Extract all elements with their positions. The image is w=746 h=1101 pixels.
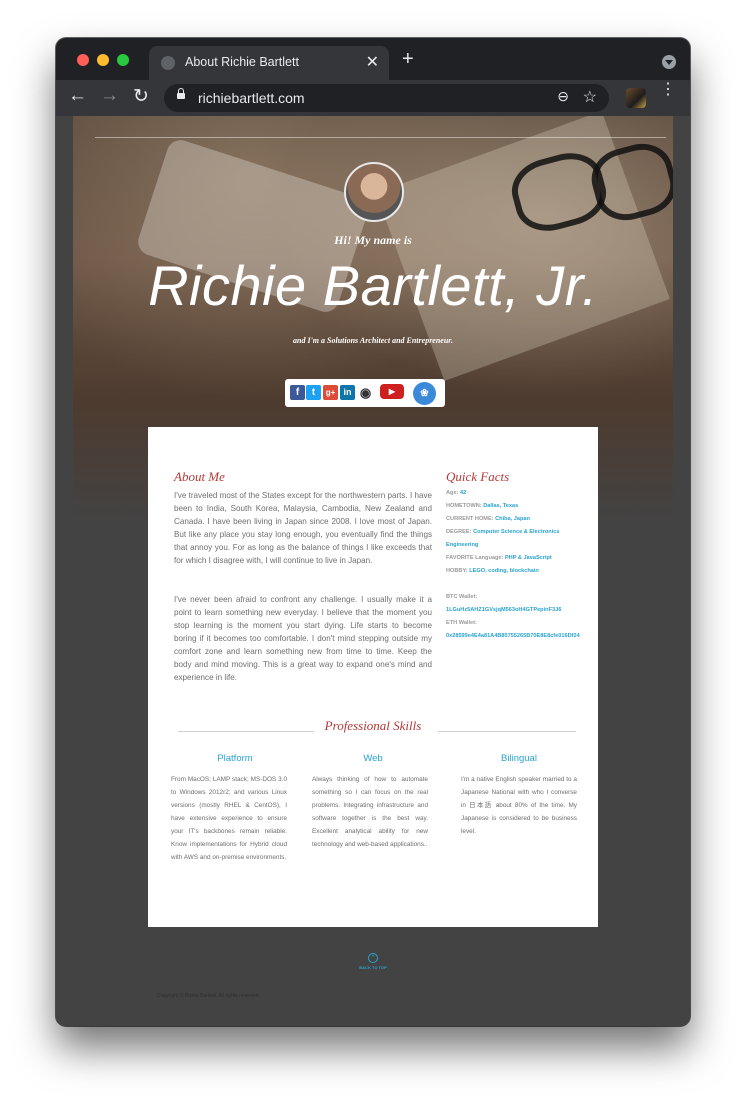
fact-btc-value: 1LGuHz5AHZ1GVsjqM563oH4GTPepinF3J6	[446, 607, 562, 613]
fact-degree-value-2: Engineering	[446, 542, 479, 548]
skill-bilingual-title: Bilingual	[501, 753, 537, 764]
page-title: Richie Bartlett, Jr.	[148, 254, 598, 317]
fact-current-home: CURRENT HOME: Chiba, Japan	[446, 513, 596, 526]
reload-button[interactable]: ↻	[133, 85, 149, 108]
forward-button[interactable]: →	[100, 85, 119, 107]
close-window-button[interactable]	[77, 54, 89, 66]
browser-toolbar: ← → ↻ richiebartlett.com ⊖ ☆ ⋮	[56, 80, 690, 116]
fact-language: FAVORITE Language: PHP & JavaScript	[446, 552, 596, 565]
fact-language-label: FAVORITE Language:	[446, 555, 504, 561]
quick-facts-list: Age: 42 HOMETOWN: Dallas, Texas CURRENT …	[446, 487, 596, 643]
youtube-icon[interactable]: ▶	[380, 384, 404, 399]
fact-eth-value: 0x28599e4E4a81A4B85755265B70E8E8cfe016Df…	[446, 633, 580, 639]
globe-icon	[161, 56, 175, 70]
back-to-top-label[interactable]: BACK TO TOP	[73, 965, 673, 970]
hero-divider	[95, 137, 666, 138]
social-links-bar: f t g+ in ◉ ▶ ❀	[285, 379, 445, 407]
browser-window: About Richie Bartlett ✕ + ← → ↻ richieba…	[56, 38, 690, 1026]
new-tab-button[interactable]: +	[402, 48, 414, 71]
skill-platform-title: Platform	[217, 753, 253, 764]
fact-hobby-label: HOBBY:	[446, 568, 468, 574]
about-paragraph-2: I've never been afraid to confront any c…	[174, 595, 432, 682]
avatar	[344, 162, 404, 222]
maximize-window-button[interactable]	[117, 54, 129, 66]
fact-btc-label-row: BTC Wallet:	[446, 591, 596, 604]
skill-web-title: Web	[363, 753, 383, 764]
fact-hometown-value: Dallas, Texas	[483, 503, 519, 509]
tab-close-icon[interactable]: ✕	[366, 52, 379, 72]
fact-eth-label-row: ETH Wallet:	[446, 617, 596, 630]
arrow-up-icon[interactable]: ^	[368, 953, 378, 963]
fact-degree: DEGREE: Computer Science & Electronics	[446, 526, 596, 539]
fact-btc-value-row: 1LGuHz5AHZ1GVsjqM563oH4GTPepinF3J6	[446, 604, 596, 617]
fact-language-value: PHP & JavaScript	[504, 555, 552, 561]
skill-bilingual-text: I'm a native English speaker married to …	[461, 776, 577, 835]
content-card: About Me I've traveled most of the State…	[148, 427, 598, 927]
lock-icon[interactable]	[177, 88, 185, 99]
page-content: Hi! My name is Richie Bartlett, Jr. and …	[73, 116, 673, 1026]
copyright-text: Copyright © Richie Bartlett. All rights …	[157, 993, 260, 999]
fact-eth-label: ETH Wallet:	[446, 620, 477, 626]
facebook-icon[interactable]: f	[290, 385, 305, 400]
back-to-top-link[interactable]: ^ BACK TO TOP	[73, 946, 673, 970]
back-button[interactable]: ←	[68, 85, 87, 107]
tab-title: About Richie Bartlett	[185, 55, 299, 69]
fact-eth-value-row: 0x28599e4E4a81A4B85755265B70E8E8cfe016Df…	[446, 630, 596, 643]
skill-platform-text: From MacOS; LAMP stack; MS-DOS 3.0 to Wi…	[171, 776, 287, 861]
fact-btc-label: BTC Wallet:	[446, 594, 478, 600]
greeting: Hi! My name is	[334, 233, 412, 247]
blockchain-icon[interactable]: ❀	[413, 382, 436, 405]
facts-spacer	[446, 578, 596, 591]
tab-about-richie[interactable]: About Richie Bartlett ✕	[149, 46, 389, 80]
linkedin-icon[interactable]: in	[340, 385, 355, 400]
url-text[interactable]: richiebartlett.com	[198, 90, 305, 106]
tab-search-icon[interactable]	[662, 55, 676, 69]
about-paragraph-1: I've traveled most of the States except …	[174, 491, 432, 565]
skills-divider-right	[438, 731, 576, 732]
fact-degree-value: Computer Science & Electronics	[473, 529, 560, 535]
fact-current-home-value: Chiba, Japan	[495, 516, 530, 522]
skill-web-text: Always thinking of how to automate somet…	[312, 776, 428, 848]
fact-current-home-label: CURRENT HOME:	[446, 516, 494, 522]
fact-age-label: Age:	[446, 490, 459, 496]
facts-title: Quick Facts	[446, 469, 510, 484]
fact-age: Age: 42	[446, 487, 596, 500]
bookmark-star-icon[interactable]: ☆	[583, 87, 597, 107]
zoom-icon[interactable]: ⊖	[557, 88, 569, 105]
fact-hobby-value: LEGO, coding, blockchain	[469, 568, 539, 574]
github-icon[interactable]: ◉	[358, 385, 373, 400]
tagline: and I'm a Solutions Architect and Entrep…	[293, 336, 453, 345]
address-bar[interactable]: richiebartlett.com ⊖ ☆	[164, 84, 609, 112]
fact-hobby: HOBBY: LEGO, coding, blockchain	[446, 565, 596, 578]
fact-degree-continued: Engineering	[446, 539, 596, 552]
fact-hometown-label: HOMETOWN:	[446, 503, 482, 509]
fact-age-value: 42	[460, 490, 467, 496]
google-plus-icon[interactable]: g+	[323, 385, 338, 400]
menu-icon[interactable]: ⋮	[660, 82, 676, 98]
twitter-icon[interactable]: t	[306, 385, 321, 400]
profile-avatar[interactable]	[626, 88, 646, 108]
tab-bar: About Richie Bartlett ✕ +	[56, 38, 690, 80]
about-title: About Me	[174, 469, 225, 484]
fact-degree-label: DEGREE:	[446, 529, 472, 535]
fact-hometown: HOMETOWN: Dallas, Texas	[446, 500, 596, 513]
minimize-window-button[interactable]	[97, 54, 109, 66]
